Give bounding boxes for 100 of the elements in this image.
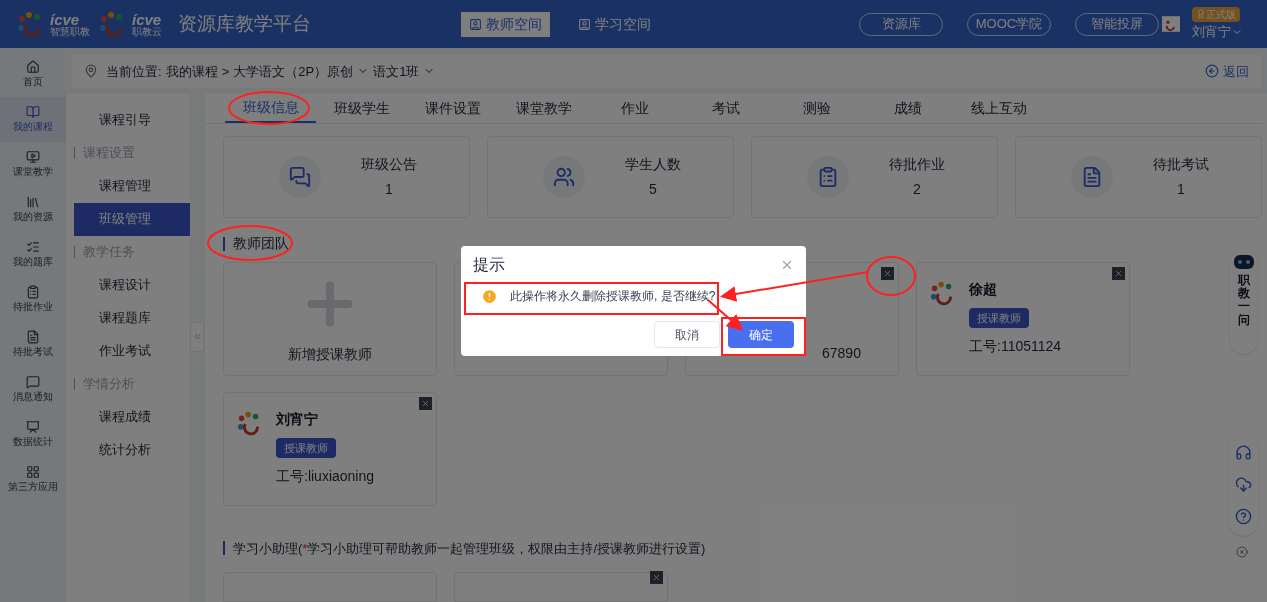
logo-wordmark: ícve (50, 11, 80, 27)
left-nav-item[interactable]: 数据统计 (0, 412, 66, 457)
stat-label: 学生人数 (625, 154, 681, 174)
course-menu-item[interactable]: 课程成绩 (74, 400, 190, 434)
assistant-robot[interactable]: 职教一问 (1230, 250, 1257, 354)
nav-icon (26, 195, 40, 209)
stat-label: 班级公告 (361, 154, 417, 174)
breadcrumb-link[interactable]: 语文1班 (373, 61, 436, 81)
breadcrumb-separator: > (221, 62, 230, 81)
tab[interactable]: 考试 (680, 93, 771, 123)
nav-icon (26, 150, 40, 164)
avatar-icon (1162, 15, 1180, 33)
help-icon[interactable] (1234, 507, 1252, 525)
robot-icon (1232, 254, 1255, 270)
add-teacher-label: 新增授课教师 (288, 345, 372, 364)
nav-icon (26, 375, 40, 389)
stat-glyph-icon (289, 165, 311, 188)
section-title: 教师团队 (233, 234, 289, 253)
left-nav-item[interactable]: 我的课程 (0, 97, 66, 142)
nav-icon (26, 60, 40, 74)
left-nav-item[interactable]: 待批考试 (0, 322, 66, 367)
left-nav-item[interactable]: 课堂教学 (0, 142, 66, 187)
cancel-button[interactable]: 取消 (654, 321, 720, 348)
stat-glyph-icon (1081, 165, 1103, 188)
course-menu-item[interactable]: 课程引导 (74, 103, 190, 137)
double-chevron-icon (191, 331, 203, 342)
version-badge: 正式版 (1192, 6, 1240, 22)
tab[interactable]: 线上互动 (953, 93, 1044, 123)
nav-icon (26, 285, 40, 299)
remove-button[interactable] (419, 396, 432, 410)
stat-value: 2 (913, 179, 921, 199)
left-nav-item[interactable]: 我的题库 (0, 232, 66, 277)
tab[interactable]: 班级信息 (225, 93, 316, 123)
close-icon (652, 573, 661, 582)
logo-wordmark: ícve (132, 11, 162, 27)
teacher-id: 67890 (822, 343, 861, 363)
close-icon (421, 398, 430, 408)
logo-subtitle: 职教云 (132, 26, 162, 37)
stat-label: 待批考试 (1153, 154, 1209, 174)
breadcrumb-link[interactable]: 大学语文（2P）原创 (233, 61, 370, 81)
left-nav-item[interactable]: 首页 (0, 52, 66, 97)
course-menu-item[interactable]: 课程题库 (74, 301, 190, 335)
user-menu[interactable]: 刘宵宁 (1192, 21, 1243, 42)
left-nav-item[interactable]: 第三方应用 (0, 457, 66, 502)
space-tab[interactable]: 学习空间 (570, 11, 659, 37)
course-menu-item[interactable]: 统计分析 (74, 433, 190, 467)
course-menu-item[interactable]: 课程管理 (74, 169, 190, 203)
tab[interactable]: 课堂教学 (498, 93, 589, 123)
close-icon[interactable] (780, 258, 794, 272)
nav-icon (26, 105, 40, 119)
remove-button[interactable] (650, 571, 663, 584)
location-icon (84, 64, 98, 79)
remove-button[interactable] (1112, 266, 1125, 280)
left-nav-item[interactable]: 消息通知 (0, 367, 66, 412)
section-title: 学习小助理( (233, 539, 303, 558)
nav-icon (26, 420, 40, 434)
back-link[interactable]: 返回 (1205, 61, 1249, 81)
close-icon[interactable] (1236, 546, 1248, 558)
remove-button[interactable] (881, 266, 894, 280)
tab[interactable]: 班级学生 (316, 93, 407, 123)
platform-title: 资源库教学平台 (178, 11, 311, 36)
medal-icon (1196, 9, 1206, 20)
nav-icon (26, 465, 40, 479)
teacher-id: 工号:11051124 (969, 337, 1062, 356)
tab[interactable]: 测验 (771, 93, 862, 123)
course-menu-item[interactable]: 班级管理 (74, 202, 190, 236)
tab[interactable]: 作业 (589, 93, 680, 123)
nav-icon (26, 330, 40, 344)
close-icon (883, 268, 892, 278)
stat-glyph-icon (553, 165, 575, 188)
required-mark: * (302, 539, 308, 558)
dialog-title: 提示 (473, 255, 505, 275)
left-nav-item[interactable]: 待批作业 (0, 277, 66, 322)
download-icon[interactable] (1234, 475, 1252, 493)
teacher-id: 工号:liuxiaoning (276, 467, 375, 486)
user-card-icon (578, 17, 591, 31)
space-tab[interactable]: 教师空间 (461, 11, 550, 37)
confirm-button[interactable]: 确定 (728, 321, 794, 348)
add-teacher-card[interactable]: 新增授课教师 (223, 261, 437, 376)
tab[interactable]: 成绩 (862, 93, 953, 123)
role-badge: 授课教师 (276, 437, 336, 458)
dialog-message: 此操作将永久删除授课教师, 是否继续? (510, 288, 716, 305)
user-card-icon (469, 17, 482, 31)
warning-icon (481, 287, 498, 305)
left-nav-item[interactable]: 我的资源 (0, 187, 66, 232)
stat-glyph-icon (817, 165, 839, 188)
teacher-name: 刘宵宁 (276, 409, 319, 429)
stat-value: 1 (385, 179, 393, 199)
teacher-name: 徐超 (969, 279, 998, 299)
robot-label: 职教一问 (1237, 274, 1250, 327)
annotation-ellipse (866, 256, 916, 296)
stat-value: 5 (649, 179, 657, 199)
support-icon[interactable] (1234, 443, 1252, 461)
logo-subtitle: 智慧职教 (50, 26, 90, 37)
close-icon (1114, 268, 1123, 278)
course-menu-item[interactable]: 课程设计 (74, 268, 190, 302)
stat-label: 待批作业 (889, 154, 945, 174)
tab[interactable]: 课件设置 (407, 93, 498, 123)
breadcrumb-link[interactable]: 我的课程 (165, 61, 218, 81)
course-menu-item[interactable]: 作业考试 (74, 334, 190, 368)
